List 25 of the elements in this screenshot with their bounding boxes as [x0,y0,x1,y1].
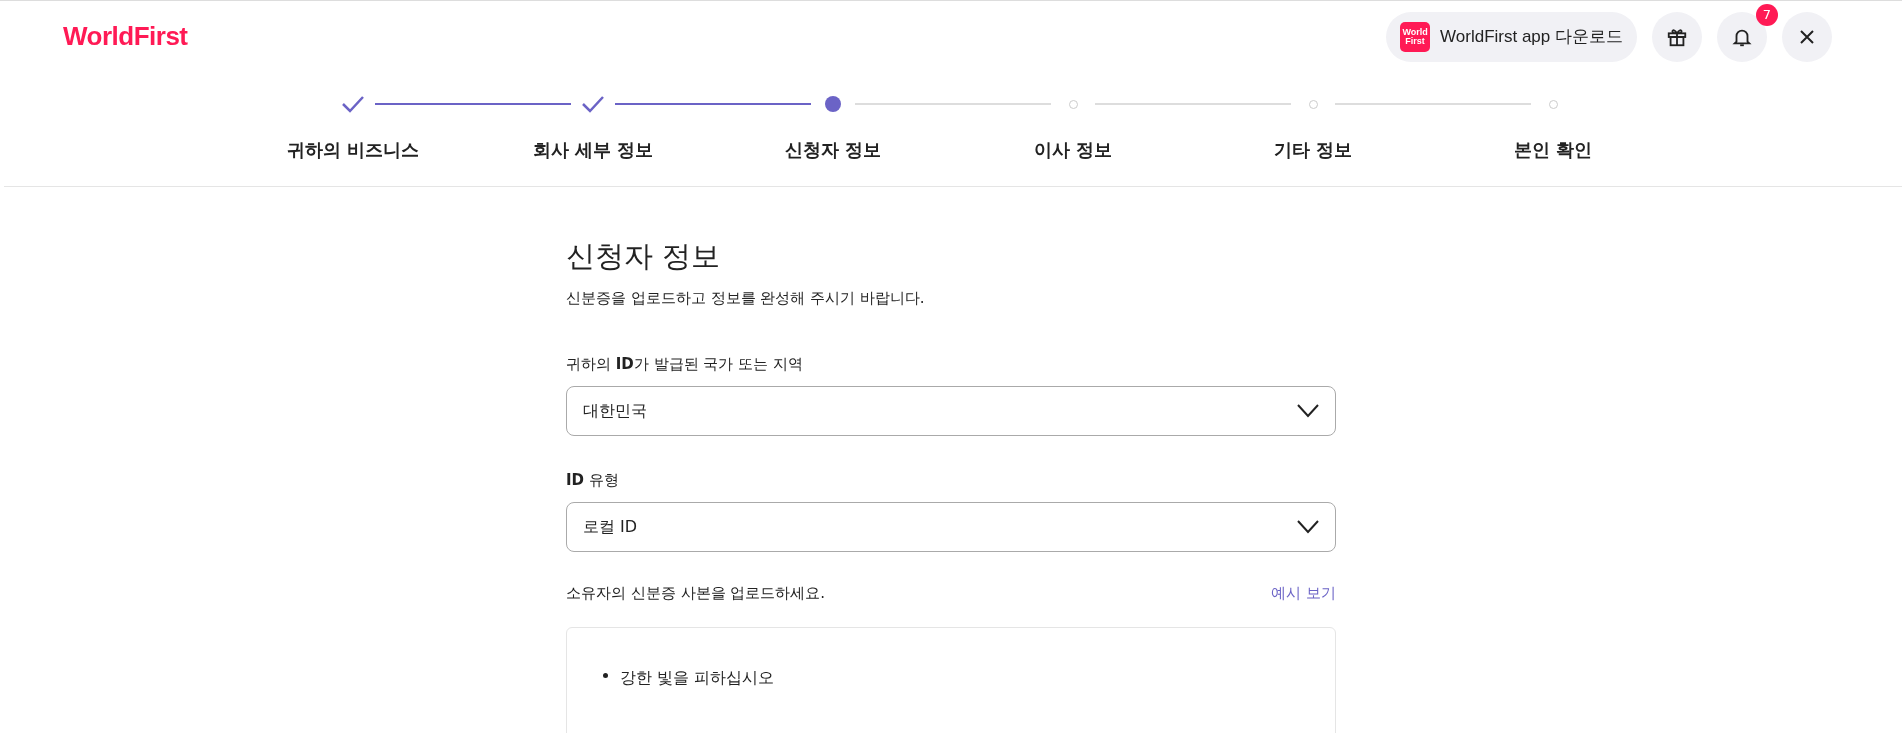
field-label: 귀하의 ID가 발급된 국가 또는 지역 [566,355,804,374]
page-title: 신청자 정보 [566,238,722,275]
chevron-down-icon [1297,404,1319,418]
bullet-icon [603,673,608,678]
example-link[interactable]: 예시 보기 [1271,584,1336,603]
chevron-down-icon [1297,520,1319,534]
step-label: 기타 정보 [1273,138,1353,162]
step-label: 본인 확인 [1513,138,1593,162]
select-field[interactable]: 대한민국 [566,386,1336,436]
select-field[interactable]: 로컬 ID [566,502,1336,552]
page-subtitle: 신분증을 업로드하고 정보를 완성해 주시기 바랍니다. [566,289,926,308]
close-button[interactable] [1782,11,1832,62]
notification-badge: 7 [1756,3,1778,26]
gift-button[interactable] [1652,11,1702,62]
upload-label: 소유자의 신분증 사본을 업로드하세요. [566,584,826,603]
logo[interactable]: WorldFirst [63,21,188,52]
field-label: ID 유형 [566,471,620,490]
step-label: 이사 정보 [1033,138,1113,162]
close-icon [1798,27,1816,46]
step-label: 신청자 정보 [784,138,882,162]
tip-text: 강한 빛을 피하십시오 [620,668,775,689]
step-label: 회사 세부 정보 [532,138,654,162]
step-label: 귀하의 비즈니스 [286,138,420,162]
app-icon: World First [1400,21,1431,52]
app-download-button[interactable]: World First WorldFirst app 다운로드 [1386,11,1637,62]
